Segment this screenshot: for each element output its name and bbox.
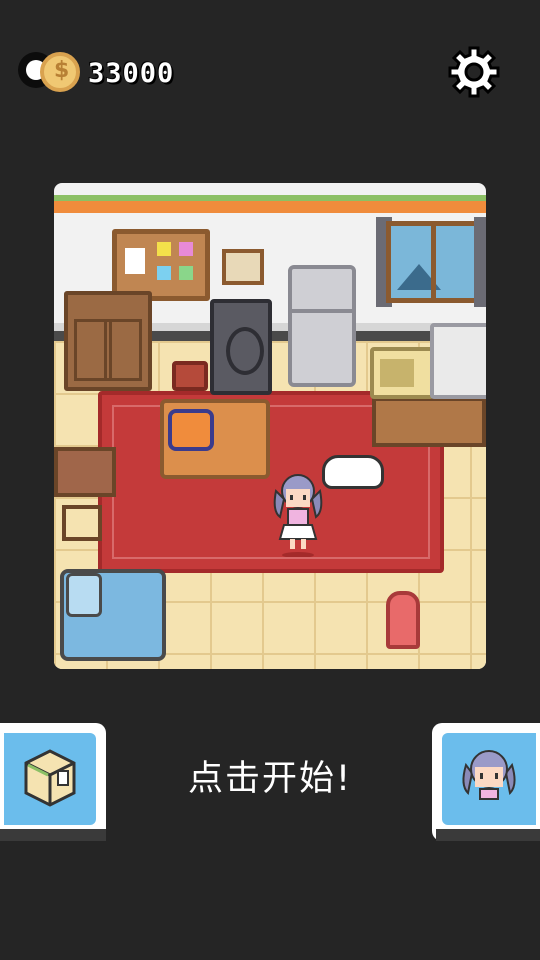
safe[interactable] bbox=[210, 299, 272, 395]
character-icon bbox=[462, 750, 516, 800]
microwave[interactable] bbox=[370, 347, 434, 399]
curtain-right bbox=[474, 217, 486, 307]
room-scene[interactable] bbox=[54, 183, 486, 669]
girl-character[interactable] bbox=[270, 471, 326, 557]
wall-stripe-orange bbox=[54, 201, 486, 213]
lamp[interactable] bbox=[386, 591, 420, 649]
kitchen-counter[interactable] bbox=[372, 397, 486, 447]
room-select-button[interactable] bbox=[0, 723, 106, 841]
coin-toggle[interactable] bbox=[14, 48, 80, 96]
cat[interactable] bbox=[322, 455, 384, 489]
tap-to-start-prompt[interactable]: 点击开始! bbox=[120, 750, 420, 801]
mountain-view bbox=[397, 264, 441, 290]
settings-button[interactable] bbox=[446, 44, 502, 100]
coin-icon bbox=[40, 52, 80, 92]
button-shadow-right bbox=[436, 829, 540, 841]
coin-count: 33000 bbox=[88, 58, 175, 89]
picture-frame[interactable] bbox=[222, 249, 264, 285]
appliance[interactable] bbox=[430, 323, 486, 399]
chair[interactable] bbox=[62, 505, 102, 541]
backpack[interactable] bbox=[168, 409, 214, 451]
refrigerator[interactable] bbox=[288, 265, 356, 387]
desk[interactable] bbox=[54, 447, 116, 497]
room-icon bbox=[24, 749, 76, 807]
potted-plant[interactable] bbox=[172, 361, 208, 391]
window[interactable] bbox=[386, 221, 480, 303]
cabinet[interactable] bbox=[64, 291, 152, 391]
character-select-button[interactable] bbox=[432, 723, 540, 841]
gear-icon bbox=[448, 46, 500, 98]
pillow bbox=[66, 573, 102, 617]
button-shadow-left bbox=[0, 829, 106, 841]
